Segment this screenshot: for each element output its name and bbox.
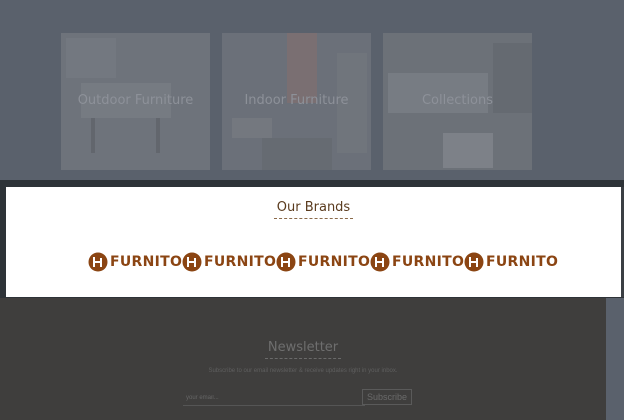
brands-title: Our Brands: [6, 200, 621, 219]
newsletter-subtitle: Subscribe to our email newsletter & rece…: [208, 368, 398, 374]
newsletter-section: Newsletter Subscribe to our email newsle…: [0, 298, 606, 420]
brand-name: FURNITO: [298, 254, 371, 270]
brand-name: FURNITO: [392, 254, 465, 270]
chair-logo-icon: [370, 252, 390, 272]
chair-logo-icon: [464, 252, 484, 272]
subscribe-button[interactable]: Subscribe: [362, 389, 412, 405]
category-card-collections[interactable]: Collections: [383, 33, 532, 170]
category-label: Indoor Furniture: [244, 93, 349, 108]
brand-name: FURNITO: [110, 254, 183, 270]
email-input[interactable]: [183, 391, 365, 406]
chair-logo-icon: [88, 252, 108, 272]
category-label: Outdoor Furniture: [77, 93, 194, 108]
brands-section: Our Brands FURNITO FURNITO FURNITO FURNI…: [6, 187, 624, 297]
brand-logo[interactable]: FURNITO: [370, 251, 464, 273]
chair-logo-icon: [182, 252, 202, 272]
brand-logo[interactable]: FURNITO: [182, 251, 276, 273]
categories-section: Outdoor Furniture Indoor Furniture Colle…: [0, 0, 624, 186]
brand-logo[interactable]: FURNITO: [88, 251, 182, 273]
category-card-outdoor[interactable]: Outdoor Furniture: [61, 33, 210, 170]
brand-logo[interactable]: FURNITO: [464, 251, 558, 273]
chair-logo-icon: [276, 252, 296, 272]
brand-name: FURNITO: [486, 254, 559, 270]
page-edge: [606, 298, 624, 420]
brand-name: FURNITO: [204, 254, 277, 270]
brand-logo[interactable]: FURNITO: [276, 251, 370, 273]
category-label: Collections: [421, 93, 494, 108]
newsletter-title: Newsletter: [0, 340, 606, 359]
category-card-indoor[interactable]: Indoor Furniture: [222, 33, 371, 170]
